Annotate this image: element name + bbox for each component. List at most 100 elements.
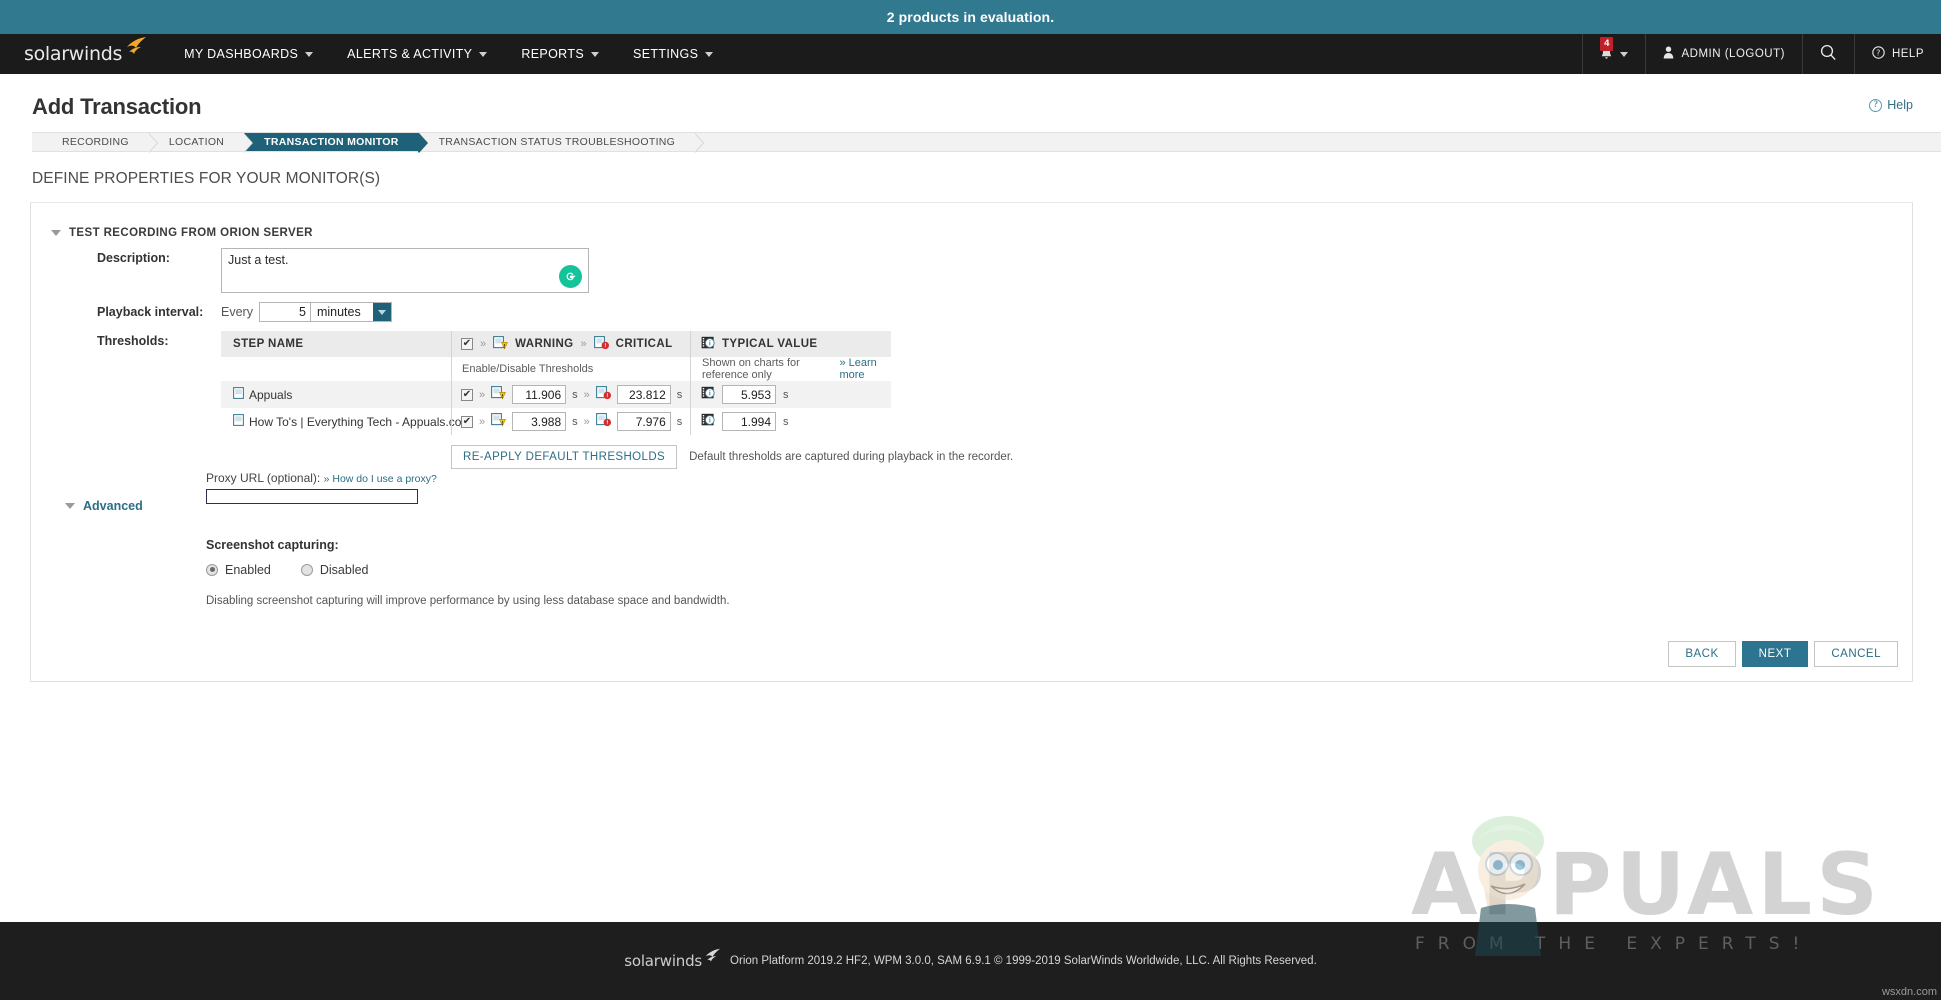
page-header: Add Transaction ? Help RECORDING LOCATIO… bbox=[0, 74, 1941, 153]
warning-icon bbox=[491, 413, 507, 430]
row-warning-unit: s bbox=[572, 388, 578, 401]
wizard-step-troubleshooting-label: TRANSACTION STATUS TROUBLESHOOTING bbox=[438, 136, 676, 148]
solarwinds-swoosh-icon bbox=[704, 948, 721, 967]
radio-enabled[interactable]: Enabled bbox=[206, 563, 271, 577]
playback-unit-select[interactable]: minutes bbox=[310, 302, 392, 322]
chevron-down-icon bbox=[479, 51, 488, 57]
reapply-note: Default thresholds are captured during p… bbox=[689, 451, 1014, 463]
proxy-help-link[interactable]: » How do I use a proxy? bbox=[324, 473, 437, 485]
playback-unit-value: minutes bbox=[316, 305, 361, 319]
chevron-double-right-icon: » bbox=[480, 338, 487, 350]
select-all-checkbox[interactable]: ✔ bbox=[461, 338, 473, 350]
nav-item-my-dashboards[interactable]: MY DASHBOARDS bbox=[167, 34, 330, 74]
row-warning-input[interactable] bbox=[512, 412, 567, 431]
wizard-step-transaction-status-troubleshooting[interactable]: TRANSACTION STATUS TROUBLESHOOTING bbox=[418, 133, 704, 153]
row-warning-input[interactable] bbox=[512, 385, 567, 404]
description-input[interactable]: Just a test. bbox=[222, 249, 588, 292]
grammarly-icon[interactable] bbox=[559, 265, 582, 288]
nav-item-alerts-activity[interactable]: ALERTS & ACTIVITY bbox=[330, 34, 504, 74]
wizard-step-transaction-monitor[interactable]: TRANSACTION MONITOR bbox=[244, 133, 429, 153]
section-heading: DEFINE PROPERTIES FOR YOUR MONITOR(S) bbox=[32, 170, 381, 187]
learn-more-link[interactable]: » Learn more bbox=[839, 357, 891, 381]
radio-enabled-button[interactable] bbox=[206, 563, 218, 576]
playback-interval-row: Playback interval: Every minutes bbox=[31, 293, 1912, 322]
footer-brand-text: solarwinds bbox=[624, 951, 703, 970]
playback-interval-input[interactable] bbox=[258, 302, 311, 322]
thresholds-field-col: STEP NAME ✔ » WARNING » CRITICAL TYPICAL… bbox=[221, 331, 1912, 469]
description-field-col: Just a test. bbox=[221, 248, 1912, 293]
thresholds-subheader: Enable/Disable Thresholds Shown on chart… bbox=[221, 357, 1912, 381]
collapse-triangle-icon[interactable] bbox=[51, 230, 61, 236]
column-header-typical-wrap: TYPICAL VALUE bbox=[691, 331, 891, 357]
row-typical-value: s bbox=[691, 381, 891, 408]
radio-disabled-label: Disabled bbox=[319, 562, 369, 577]
app-screen: 2 products in evaluation. solarwinds MY … bbox=[0, 0, 1941, 1000]
thresholds-table: STEP NAME ✔ » WARNING » CRITICAL TYPICAL… bbox=[221, 331, 1912, 469]
playback-every-label: Every bbox=[221, 305, 253, 319]
row-enable-checkbox[interactable]: ✔ bbox=[461, 415, 473, 428]
search-button[interactable] bbox=[1801, 34, 1854, 74]
radio-disabled-button[interactable] bbox=[300, 563, 313, 576]
row-thresholds: ✔ » bbox=[451, 408, 691, 435]
advanced-body: Proxy URL (optional): » How do I use a p… bbox=[206, 469, 730, 607]
back-button[interactable]: BACK bbox=[1668, 641, 1736, 667]
nav-right-cluster: 4 ADMIN (LOGOUT) ? HELP bbox=[1582, 34, 1941, 74]
user-icon bbox=[1663, 46, 1674, 62]
typical-value-note-text: Shown on charts for reference only bbox=[702, 357, 800, 381]
row-typical-input bbox=[722, 412, 776, 431]
row-step-name: Appuals bbox=[221, 381, 451, 408]
nav-item-settings[interactable]: SETTINGS bbox=[616, 34, 730, 74]
admin-logout-button[interactable]: ADMIN (LOGOUT) bbox=[1645, 34, 1801, 74]
reapply-default-thresholds-button[interactable]: RE-APPLY DEFAULT THRESHOLDS bbox=[451, 445, 678, 469]
reapply-row: RE-APPLY DEFAULT THRESHOLDS Default thre… bbox=[221, 435, 1912, 469]
playback-interval-label: Playback interval: bbox=[97, 305, 204, 319]
wizard-step-location[interactable]: LOCATION bbox=[148, 133, 254, 153]
row-critical-input[interactable] bbox=[616, 412, 671, 431]
warning-icon bbox=[491, 386, 507, 403]
radio-disabled[interactable]: Disabled bbox=[300, 562, 369, 577]
wizard-step-recording[interactable]: RECORDING bbox=[32, 133, 158, 153]
page-title: Add Transaction bbox=[32, 94, 202, 119]
step-icon bbox=[233, 387, 244, 402]
alerts-button[interactable]: 4 bbox=[1582, 34, 1645, 74]
thresholds-label: Thresholds: bbox=[97, 334, 169, 348]
page-help-link[interactable]: ? Help bbox=[1869, 98, 1913, 112]
site-watermark-corner: wsxdn.com bbox=[1881, 986, 1937, 998]
row-critical-unit: s bbox=[676, 388, 683, 401]
chevron-double-right-icon: » bbox=[583, 415, 590, 428]
description-label: Description: bbox=[97, 251, 170, 265]
description-textarea-box[interactable]: Just a test. bbox=[221, 248, 589, 293]
row-typical-unit: s bbox=[783, 415, 789, 428]
select-dropdown-arrow[interactable] bbox=[372, 303, 391, 321]
column-header-critical: CRITICAL bbox=[615, 338, 673, 350]
help-button[interactable]: ? HELP bbox=[1853, 34, 1941, 74]
screenshot-radio-group: Enabled Disabled bbox=[206, 552, 730, 577]
recording-group-header[interactable]: TEST RECORDING FROM ORION SERVER bbox=[31, 219, 1912, 239]
row-typical-value: s bbox=[691, 408, 891, 435]
advanced-section: Advanced Proxy URL (optional): » How do … bbox=[31, 469, 1912, 607]
critical-icon bbox=[593, 335, 609, 353]
page-help-label: Help bbox=[1887, 98, 1913, 112]
panel-action-buttons: BACK NEXT CANCEL bbox=[1668, 641, 1898, 667]
proxy-url-input[interactable] bbox=[206, 489, 418, 504]
monitor-properties-panel: TEST RECORDING FROM ORION SERVER Descrip… bbox=[30, 202, 1913, 682]
nav-item-reports[interactable]: REPORTS bbox=[504, 34, 616, 74]
solarwinds-logo[interactable]: solarwinds bbox=[0, 34, 153, 74]
row-step-name-text: Appuals bbox=[249, 387, 293, 402]
row-typical-unit: s bbox=[783, 388, 789, 401]
wizard-step-transaction-monitor-label: TRANSACTION MONITOR bbox=[264, 136, 399, 148]
chevron-down-icon bbox=[591, 51, 600, 57]
chevron-down-icon bbox=[377, 309, 386, 315]
help-label: HELP bbox=[1891, 48, 1924, 60]
svg-text:?: ? bbox=[1876, 49, 1881, 58]
collapse-triangle-icon[interactable] bbox=[65, 503, 75, 509]
cancel-button[interactable]: CANCEL bbox=[1814, 641, 1898, 667]
next-button[interactable]: NEXT bbox=[1741, 641, 1809, 667]
playback-field-col: Every minutes bbox=[221, 302, 1912, 322]
row-step-name-text: How To's | Everything Tech - Appuals.com bbox=[249, 414, 472, 429]
advanced-toggle[interactable]: Advanced bbox=[31, 469, 206, 513]
row-critical-input[interactable] bbox=[616, 385, 671, 404]
admin-label: ADMIN (LOGOUT) bbox=[1681, 48, 1785, 60]
row-enable-checkbox[interactable]: ✔ bbox=[461, 388, 473, 401]
help-circle-icon: ? bbox=[1872, 46, 1885, 62]
